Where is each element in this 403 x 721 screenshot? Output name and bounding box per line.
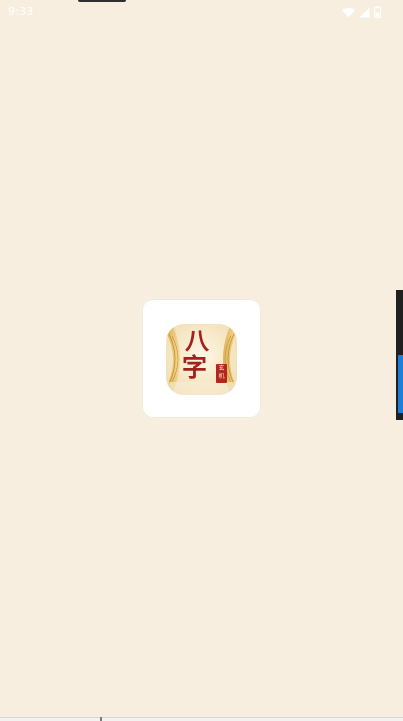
status-icons xyxy=(342,6,381,18)
bottom-gesture-bar xyxy=(0,717,403,721)
wifi-icon xyxy=(342,7,355,18)
bottom-gesture-marker xyxy=(100,717,102,721)
app-icon-glyph-ba: 八 xyxy=(185,326,209,355)
app-icon-glyphs: 八 字 玄机 xyxy=(166,324,237,395)
status-bar: 9:33 xyxy=(0,0,403,24)
app-icon-glyph-zi: 字 xyxy=(182,353,208,382)
floating-side-handle-accent[interactable] xyxy=(398,355,403,413)
bazi-app-icon: 八 字 玄机 xyxy=(166,324,237,395)
status-time: 9:33 xyxy=(8,5,34,18)
cellular-signal-icon xyxy=(359,7,370,18)
battery-icon xyxy=(374,6,381,18)
splash-logo-card: 八 字 玄机 xyxy=(143,300,260,417)
app-icon-seal: 玄机 xyxy=(216,364,227,383)
